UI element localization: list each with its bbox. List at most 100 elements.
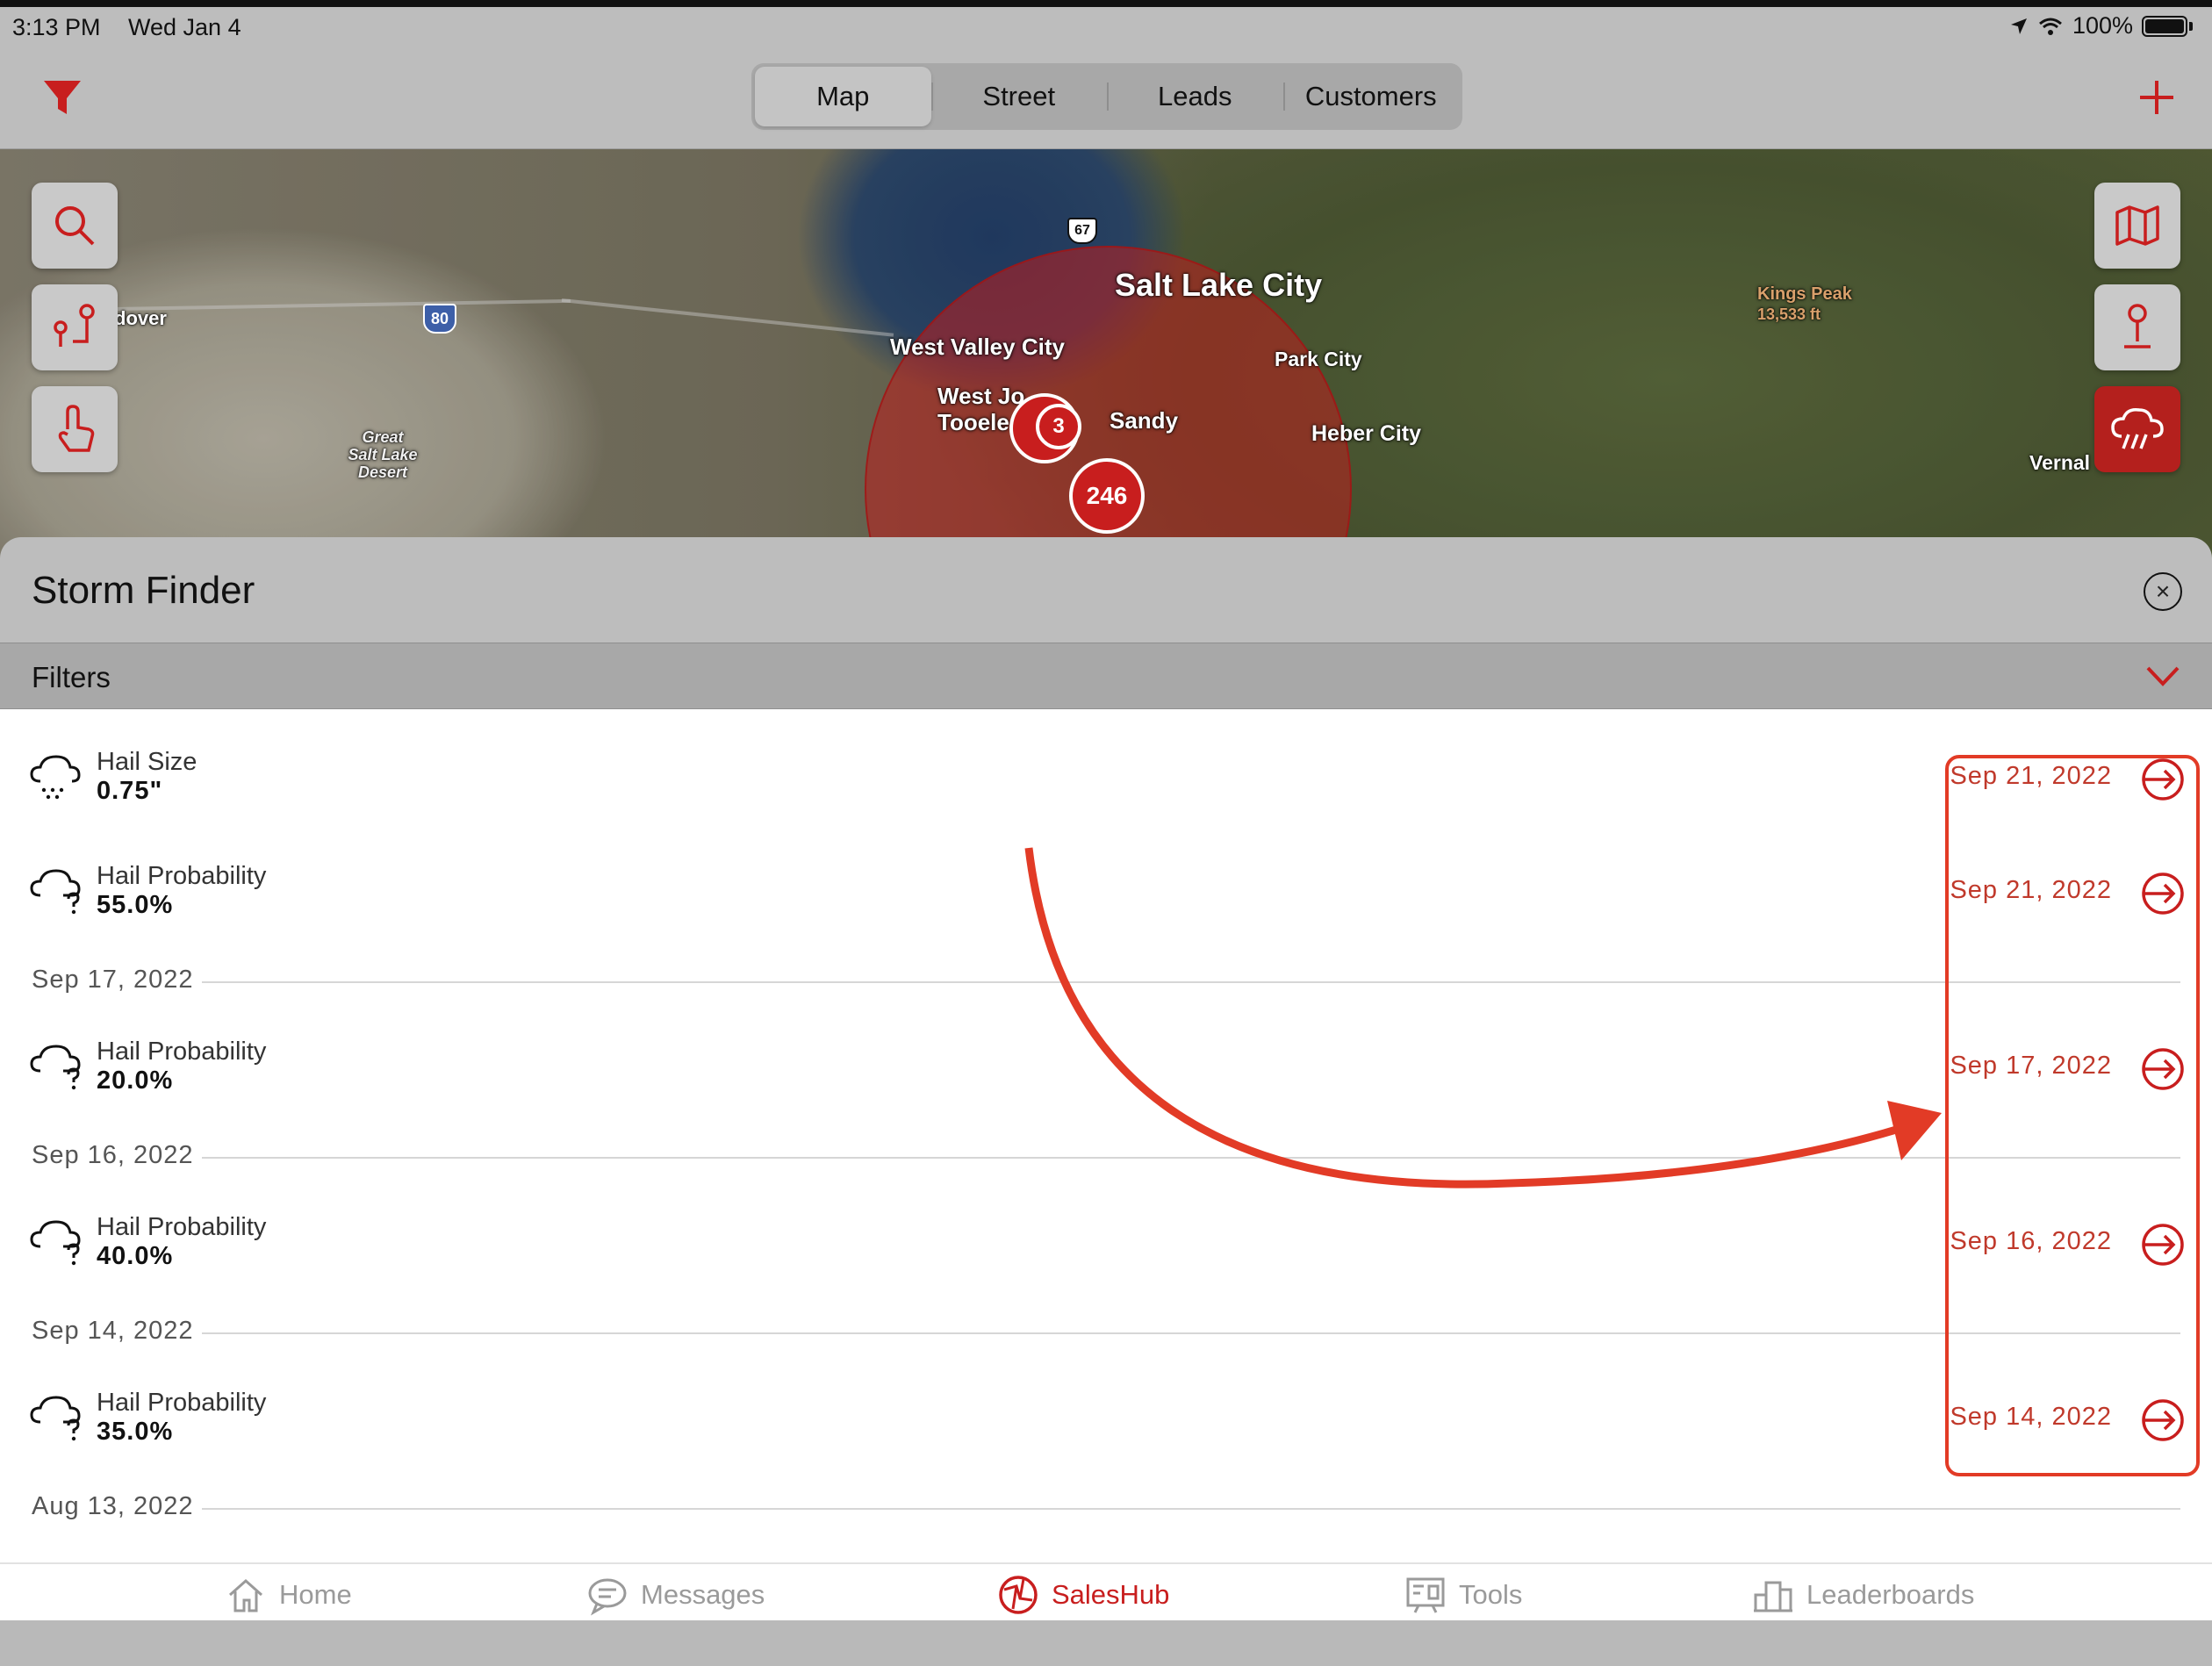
section-date: Sep 17, 2022 — [32, 966, 194, 994]
map-view[interactable]: 80 67 dover Great Salt Lake Desert Salt … — [0, 149, 2212, 562]
arrow-circle-right-icon[interactable] — [2140, 757, 2186, 802]
arrow-circle-right-icon[interactable] — [2140, 871, 2186, 916]
list-item[interactable]: Hail Probability 20.0% Sep 17, 2022 — [0, 1016, 2212, 1113]
section-header: Aug 13, 2022 — [0, 1483, 2212, 1536]
filters-label: Filters — [32, 661, 111, 693]
status-bar: 3:13 PM Wed Jan 4 100% — [0, 7, 2212, 51]
list-item-value: 35.0% — [97, 1418, 174, 1446]
tab-street[interactable]: Street — [930, 67, 1108, 126]
section-date: Sep 16, 2022 — [32, 1141, 194, 1169]
battery-percent: 100% — [2072, 12, 2133, 39]
list-item[interactable]: Hail Probability 35.0% Sep 14, 2022 — [0, 1368, 2212, 1464]
map-label-salt-lake-city: Salt Lake City — [1115, 267, 1323, 303]
status-date: Wed Jan 4 — [128, 14, 241, 40]
tab-home-label: Home — [279, 1579, 352, 1610]
leaderboards-icon — [1754, 1581, 1792, 1612]
wifi-icon — [2038, 18, 2062, 35]
home-icon — [229, 1578, 262, 1612]
map-label-heber-city: Heber City — [1311, 421, 1422, 446]
map-label-west-valley-city: West Valley City — [890, 334, 1065, 360]
tab-leads[interactable]: Leads — [1107, 67, 1283, 126]
section-divider — [202, 1157, 2180, 1159]
tab-saleshub[interactable]: SalesHub — [997, 1571, 1169, 1619]
hail-cloud-icon — [30, 755, 81, 800]
messages-icon — [588, 1578, 627, 1616]
storm-list: Hail Size 0.75" Sep 21, 2022 Hail Probab… — [0, 709, 2212, 1562]
saleshub-icon — [999, 1576, 1038, 1614]
list-item-label: Hail Size — [97, 748, 198, 776]
status-time: 3:13 PM — [12, 14, 101, 40]
battery-tip — [2189, 21, 2193, 31]
list-item[interactable]: Hail Probability 55.0% Sep 21, 2022 — [0, 841, 2212, 937]
map-label-great-salt-lake-desert: Great Salt Lake Desert — [348, 428, 418, 481]
list-item-value: 20.0% — [97, 1066, 174, 1095]
arrow-circle-right-icon[interactable] — [2140, 1222, 2186, 1267]
map-label-kings-peak: Kings Peak — [1757, 284, 1852, 304]
list-item-label: Hail Probability — [97, 1389, 267, 1417]
map-tap-button[interactable] — [32, 386, 118, 472]
arrow-circle-right-icon[interactable] — [2140, 1046, 2186, 1092]
storm-finder-header: Storm Finder × — [0, 537, 2212, 643]
section-header: Sep 16, 2022 — [0, 1132, 2212, 1185]
nav-bar: Map Street Leads Customers — [0, 51, 2212, 149]
map-icon — [2115, 205, 2159, 246]
map-label-kings-peak-elev: 13,533 ft — [1757, 305, 1821, 323]
pin-icon — [2124, 304, 2151, 348]
plus-icon[interactable] — [2135, 75, 2179, 119]
map-label-wendover: dover — [114, 307, 167, 329]
map-cluster[interactable]: 246 — [1069, 458, 1145, 534]
close-icon: × — [2155, 578, 2171, 605]
panel-title: Storm Finder — [32, 569, 255, 612]
list-item[interactable]: Hail Size 0.75" Sep 21, 2022 — [0, 727, 2212, 823]
tab-bar: Home Messages SalesHub Tools Leaderboard… — [0, 1562, 2212, 1620]
tab-messages[interactable]: Messages — [586, 1571, 765, 1619]
map-layers-button[interactable] — [2094, 183, 2180, 269]
map-search-button[interactable] — [32, 183, 118, 269]
list-item-date: Sep 14, 2022 — [1950, 1403, 2112, 1431]
map-route-button[interactable] — [32, 284, 118, 370]
map-pin-button[interactable] — [2094, 284, 2180, 370]
list-item-date: Sep 21, 2022 — [1950, 762, 2112, 790]
list-item-date: Sep 16, 2022 — [1950, 1227, 2112, 1255]
list-item-date: Sep 21, 2022 — [1950, 876, 2112, 904]
tab-tools[interactable]: Tools — [1404, 1571, 1522, 1619]
list-item-label: Hail Probability — [97, 1038, 267, 1066]
location-icon — [2010, 18, 2027, 34]
route-icon — [54, 304, 95, 347]
close-button[interactable]: × — [2144, 572, 2182, 611]
cloud-question-icon — [30, 1045, 81, 1090]
section-divider — [202, 1508, 2180, 1510]
list-item-value: 0.75" — [97, 777, 163, 805]
tools-icon — [1406, 1577, 1445, 1613]
tab-customers[interactable]: Customers — [1282, 67, 1460, 126]
filters-accordion[interactable]: Filters — [0, 643, 2212, 709]
cloud-question-icon — [30, 1220, 81, 1266]
arrow-circle-right-icon[interactable] — [2140, 1397, 2186, 1443]
tap-icon — [58, 405, 95, 452]
section-divider — [202, 1332, 2180, 1334]
map-label-vernal: Vernal — [2029, 451, 2091, 474]
highway-80-shield: 80 — [423, 304, 456, 334]
section-date: Aug 13, 2022 — [32, 1492, 194, 1520]
map-label-tooele: Tooele — [937, 409, 1009, 435]
tab-saleshub-label: SalesHub — [1052, 1579, 1170, 1610]
search-icon — [55, 206, 95, 246]
tab-leaderboards[interactable]: Leaderboards — [1752, 1571, 1974, 1619]
highway-67-shield: 67 — [1067, 218, 1097, 244]
top-edge — [0, 0, 2212, 7]
map-storm-button[interactable] — [2094, 386, 2180, 472]
map-cluster[interactable]: 3 — [1036, 404, 1081, 449]
battery-icon — [2142, 15, 2187, 37]
filter-icon[interactable] — [40, 75, 84, 119]
section-header: Sep 17, 2022 — [0, 957, 2212, 1009]
tab-home[interactable]: Home — [225, 1571, 352, 1619]
tab-map[interactable]: Map — [755, 67, 931, 126]
map-label-west-jordan: West Jo — [937, 383, 1025, 409]
tab-messages-label: Messages — [641, 1579, 765, 1610]
list-item-label: Hail Probability — [97, 862, 267, 890]
list-item-value: 40.0% — [97, 1242, 174, 1270]
status-right: 100% — [2009, 12, 2193, 39]
list-item[interactable]: Hail Probability 40.0% Sep 16, 2022 — [0, 1192, 2212, 1289]
list-item-label: Hail Probability — [97, 1213, 267, 1241]
section-divider — [202, 981, 2180, 983]
